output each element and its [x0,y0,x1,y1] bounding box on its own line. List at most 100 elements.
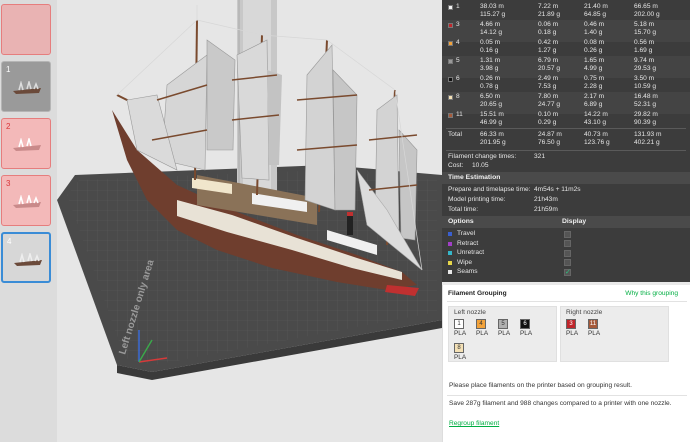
extruder-c3: 2.17 m 6.89 g [584,93,605,108]
filament-type: PLA [454,330,467,337]
extruder-c3: 0.46 m 1.40 g [584,21,605,36]
total-c1-g: 201.95 g [480,139,506,146]
option-display-checkbox[interactable] [564,240,571,247]
divider [446,150,686,151]
extruder-id: 6 [456,75,460,82]
filament-chip[interactable]: 8 PLA [454,343,470,361]
total-c2: 24.87 m 76.50 g [538,131,562,147]
option-label: Wipe [457,258,473,266]
extruder-c1: 0.05 m 0.16 g [480,39,501,54]
option-color-swatch [448,232,452,236]
extruder-c2: 6.79 m 20.57 g [538,57,560,72]
total-row: Total 66.33 m 201.95 g 24.87 m 76.50 g 40.… [442,130,690,152]
left-nozzle-title: Left nozzle [454,309,486,316]
plate-thumb-4[interactable]: 4 [1,232,51,283]
3d-viewport[interactable]: Left nozzle only area [57,0,442,442]
filament-type: PLA [454,354,467,361]
extruder-c4: 3.50 m 10.59 g [634,75,656,90]
plate-thumb-1[interactable]: 1 [1,61,51,112]
extruder-c1: 0.26 m 0.78 g [480,75,501,90]
total-c2-g: 76.50 g [538,139,560,146]
filament-id-box: 11 [588,319,598,329]
filament-chip[interactable]: 5 PLA [498,319,514,337]
extruder-c3: 0.75 m 2.28 g [584,75,605,90]
total-time-value: 21h59m [534,206,558,213]
model-time-label: Model printing time: [448,196,506,203]
regroup-filament-link[interactable]: Regroup filament [449,420,499,427]
scene: Left nozzle only area [57,0,442,380]
option-display-checkbox[interactable] [564,259,571,266]
extruder-c4: 5.18 m 15.70 g [634,21,656,36]
divider [447,301,687,302]
cost-value: 10.05 [472,162,489,169]
plate-thumb-3[interactable]: 3 [1,175,51,226]
extruder-id: 3 [456,21,460,28]
slice-stats-panel: 1 38.03 m 115.27 g 7.22 m 21.89 g 21.40 m 64.8… [442,0,690,282]
extruder-c1: 6.50 m 20.65 g [480,93,502,108]
total-label: Total [448,131,462,138]
prepare-time-value: 4m54s + 11m2s [534,186,581,193]
option-display-checkbox[interactable] [564,230,571,238]
extruder-c2: 7.22 m 21.89 g [538,3,560,18]
extruder-id: 4 [456,39,460,46]
ship-thumbnail [13,195,41,208]
extruder-c1: 4.66 m 14.12 g [480,21,502,36]
total-c1-m: 66.33 m [480,131,504,138]
extruder-c3: 21.40 m 64.85 g [584,3,608,18]
filament-chip[interactable]: 6 PLA [520,319,536,337]
model-time-value: 21h43m [534,196,558,203]
filament-color-swatch [448,113,453,118]
extruder-c4: 16.48 m 52.31 g [634,93,658,108]
total-c3-g: 123.76 g [584,139,610,146]
extruder-c4: 0.56 m 1.69 g [634,39,655,54]
filament-color-swatch [448,95,453,100]
option-label: Travel [457,230,476,237]
extruder-c2: 0.10 m 0.29 g [538,111,559,126]
option-display-checkbox[interactable] [564,249,571,257]
extruder-c3: 1.65 m 4.99 g [584,57,605,72]
divider [447,395,687,396]
extruder-c3: 14.22 m 43.10 g [584,111,608,126]
filament-chip[interactable]: 3 PLA [566,319,582,337]
filament-type: PLA [566,330,579,337]
plate-thumb-2[interactable]: 2 [1,118,51,169]
option-color-swatch [448,241,452,246]
extruder-c2: 0.06 m 0.18 g [538,21,559,36]
option-label: Retract [457,239,479,247]
time-estimation-title: Time Estimation [448,174,501,181]
total-c2-m: 24.87 m [538,131,562,138]
filament-id-box: 6 [520,319,530,329]
option-label: Unretract [457,249,485,256]
filament-color-swatch [448,59,453,64]
filament-chip[interactable]: 1 PLA [454,319,470,337]
why-grouping-link[interactable]: Why this grouping [625,290,678,297]
filament-color-swatch [448,77,453,82]
filament-color-swatch [448,41,453,46]
extruder-c1: 15.51 m 46.99 g [480,111,504,126]
extruder-c1: 38.03 m 115.27 g [480,3,506,18]
option-color-swatch [448,251,452,255]
filament-type: PLA [498,330,511,337]
left-nozzle-box: Left nozzle 1 PLA 4 PLA 5 PLA 6 PLA 8 PLA [448,306,557,362]
filament-type: PLA [476,330,489,337]
plate-thumb-0[interactable] [1,4,51,55]
plate-number: 4 [7,237,12,246]
filament-color-swatch [448,5,453,10]
filament-change-value: 321 [534,153,546,160]
extruder-c4: 29.82 m 90.39 g [634,111,658,126]
total-c3-m: 40.73 m [584,131,608,138]
extruder-c4: 66.65 m 202.00 g [634,3,660,18]
grouping-message: Please place filaments on the printer ba… [449,382,632,389]
option-color-swatch [448,260,452,265]
extruder-c2: 2.49 m 7.53 g [538,75,559,90]
option-display-checkbox[interactable]: ✓ [564,268,571,276]
extruder-id: 11 [456,111,463,118]
ship-thumbnail [13,81,41,94]
plate-number: 1 [6,65,11,74]
filament-type: PLA [588,330,601,337]
filament-id-box: 3 [566,319,576,329]
plate-number: 2 [6,122,11,131]
filament-chip[interactable]: 4 PLA [476,319,492,337]
filament-chip[interactable]: 11 PLA [588,319,604,337]
total-time-label: Total time: [448,206,479,213]
